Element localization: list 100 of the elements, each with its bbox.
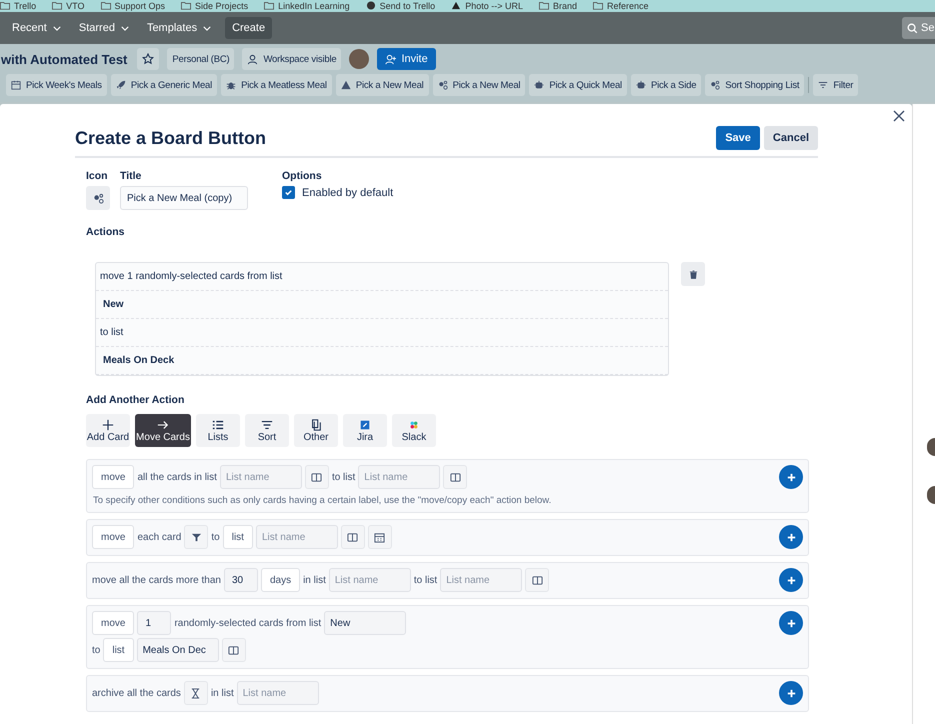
bookmark[interactable]: Brand <box>538 0 577 10</box>
action-step: move 1 randomly-selected cards from list <box>96 263 668 291</box>
list-name-input[interactable]: List name <box>358 465 440 489</box>
board-button[interactable] <box>304 465 329 489</box>
category-tab[interactable]: Slack <box>392 414 436 447</box>
nav-menu[interactable]: Templates <box>142 22 216 34</box>
add-button[interactable] <box>779 568 803 592</box>
board-button[interactable]: Pick a Quick Meal <box>529 74 627 96</box>
board-button[interactable]: Pick a Meatless Meal <box>221 74 332 96</box>
plus-icon <box>786 574 796 586</box>
calendar-button[interactable] <box>368 525 392 549</box>
list-icon <box>212 418 224 430</box>
cancel-button[interactable]: Cancel <box>764 126 818 150</box>
board-button[interactable]: Pick Week's Meals <box>6 74 107 96</box>
number-input[interactable]: 1 <box>137 611 172 635</box>
board-button[interactable] <box>222 638 246 662</box>
filter-button[interactable] <box>184 525 208 549</box>
list-name-input[interactable]: List name <box>328 568 411 592</box>
list-name-input[interactable]: New <box>324 611 406 635</box>
add-button[interactable] <box>779 611 803 635</box>
nav-menu[interactable]: Starred <box>74 22 133 34</box>
section-label: Add Another Action <box>86 394 186 406</box>
category-tab[interactable]: Jira <box>343 414 387 447</box>
delete-button[interactable] <box>681 262 705 286</box>
folder-icon <box>181 1 192 10</box>
category-tab[interactable]: Move Cards <box>135 414 191 447</box>
action-text: in list <box>303 574 326 586</box>
option-button[interactable]: list <box>103 638 134 662</box>
plus-icon <box>102 418 114 430</box>
number-input[interactable]: 30 <box>224 568 258 592</box>
bookmark[interactable]: Photo --> URL <box>451 0 523 10</box>
bookmark[interactable]: VTO <box>52 0 85 10</box>
board-button[interactable]: Sort Shopping List <box>705 74 804 96</box>
plus-icon <box>786 532 796 542</box>
list-name-input[interactable]: List name <box>220 465 302 489</box>
bookmark[interactable]: LinkedIn Learning <box>264 0 350 10</box>
avatar[interactable] <box>349 49 370 69</box>
field-label: Options <box>282 170 323 182</box>
visibility-button[interactable]: Workspace visible <box>242 48 342 70</box>
add-button[interactable] <box>779 525 803 549</box>
workspace-button[interactable]: Personal (BC) <box>167 48 234 70</box>
action-text: to <box>211 532 220 542</box>
star-button[interactable] <box>137 48 160 70</box>
gears-icon <box>710 80 720 90</box>
option-button[interactable]: move <box>92 525 134 549</box>
board-title[interactable]: with Automated Test <box>0 52 128 66</box>
action-text: randomly-selected cards from list <box>174 618 322 628</box>
option-button[interactable]: days <box>260 568 300 592</box>
avatar <box>927 486 935 504</box>
option-button[interactable]: move <box>92 611 134 635</box>
create-button[interactable]: Create <box>225 17 272 39</box>
nav-menu[interactable]: Recent <box>8 22 65 34</box>
close-button[interactable] <box>892 110 906 124</box>
list-name-input[interactable]: List name <box>256 525 338 549</box>
action-text: to list <box>414 574 438 586</box>
bookmark[interactable]: Support Ops <box>100 0 166 10</box>
bookmark[interactable]: Side Projects <box>181 0 248 10</box>
save-button[interactable]: Save <box>716 126 760 150</box>
add-button[interactable] <box>779 681 803 705</box>
rocket-icon <box>116 80 126 90</box>
folder-icon <box>0 1 10 10</box>
folder-icon <box>538 1 549 10</box>
bookmark[interactable]: Reference <box>593 0 649 10</box>
close-icon <box>893 110 905 122</box>
list-name-input[interactable]: List name <box>236 681 319 705</box>
arrow-icon <box>157 418 169 430</box>
icon-picker[interactable] <box>86 186 110 210</box>
board-button[interactable]: Pick a Side <box>630 74 702 96</box>
category-tab[interactable]: Add Card <box>86 414 130 447</box>
list-name-input[interactable]: List name <box>440 568 522 592</box>
dialog-title: Create a Board Button <box>75 128 268 148</box>
board-button[interactable] <box>443 465 468 489</box>
checkbox[interactable] <box>282 186 295 199</box>
check-icon <box>284 188 293 197</box>
bookmark[interactable]: Trello <box>0 0 36 10</box>
board-button[interactable]: Pick a New Meal <box>336 74 429 96</box>
hint-text: To specify other conditions such as only cards having a certain label, use the "move/copy each" action below. <box>92 494 552 506</box>
filter-button[interactable]: Filter <box>813 74 858 96</box>
gears-icon <box>438 80 448 90</box>
option-button[interactable]: list <box>222 525 253 549</box>
hourglass-icon <box>190 688 202 698</box>
option-button[interactable]: move <box>92 465 134 489</box>
category-tab[interactable]: Lists <box>196 414 240 447</box>
category-tab[interactable]: Sort <box>245 414 289 447</box>
robot-icon <box>636 80 646 90</box>
chevron-down-icon <box>120 26 129 30</box>
board-button[interactable]: Pick a New Meal <box>432 74 526 96</box>
invite-button[interactable]: Invite <box>377 48 436 70</box>
board-button[interactable] <box>525 568 550 592</box>
action-text: to <box>92 644 100 656</box>
add-button[interactable] <box>779 465 803 489</box>
title-input[interactable]: Pick a New Meal (copy) <box>120 186 248 210</box>
list-name-input[interactable]: Meals On Dec <box>136 638 219 662</box>
board-button[interactable] <box>340 525 365 549</box>
board-button[interactable]: Pick a Generic Meal <box>110 74 218 96</box>
add-person-icon <box>385 54 396 64</box>
category-tab[interactable]: Other <box>294 414 338 447</box>
field-label: Title <box>120 170 142 182</box>
hourglass-button[interactable] <box>184 681 208 705</box>
bookmark[interactable]: Send to Trello <box>366 0 436 10</box>
